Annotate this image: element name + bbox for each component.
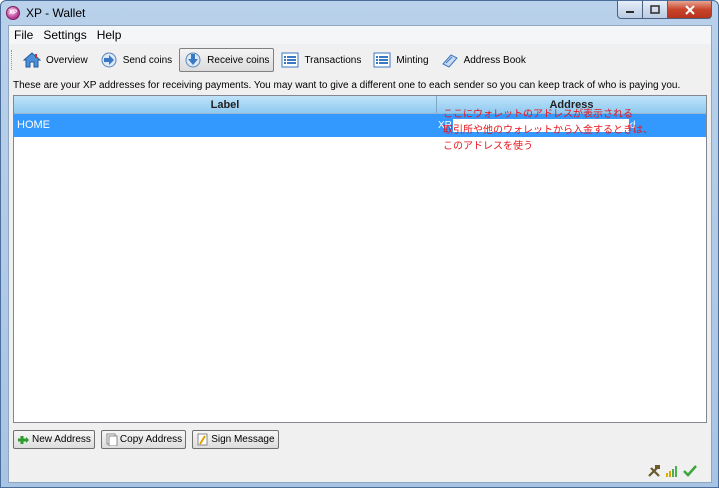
- app-window: XP XP - Wallet File Settings Help Overvi…: [0, 0, 719, 488]
- tab-address-book[interactable]: Address Book: [436, 48, 531, 72]
- toolbar: Overview Send coins Receive coins Transa…: [9, 46, 711, 74]
- checkmark-icon: [683, 465, 697, 477]
- app-logo-icon: XP: [6, 6, 20, 20]
- column-header-label[interactable]: Label: [14, 96, 437, 113]
- tab-transactions-label: Transactions: [304, 54, 362, 66]
- window-title: XP - Wallet: [26, 6, 86, 20]
- copy-address-button[interactable]: Copy Address: [100, 430, 187, 449]
- maximize-button[interactable]: [643, 1, 668, 19]
- tools-icon: [648, 465, 660, 477]
- menu-bar: File Settings Help: [9, 26, 711, 44]
- pen-icon: [196, 433, 209, 446]
- annotation-line: 取引所や他のウォレットから入金するときは、: [443, 125, 653, 136]
- tab-receive-coins[interactable]: Receive coins: [179, 48, 275, 72]
- minimize-icon: [626, 10, 634, 13]
- action-buttons: New Address Copy Address Sign Message: [13, 430, 285, 449]
- list-icon: [373, 51, 391, 69]
- title-bar[interactable]: XP XP - Wallet: [1, 1, 718, 25]
- plus-icon: [17, 433, 30, 446]
- maximize-icon: [650, 5, 660, 14]
- close-button[interactable]: [668, 1, 712, 19]
- menu-help[interactable]: Help: [92, 26, 127, 44]
- home-icon: [23, 51, 41, 69]
- minimize-button[interactable]: [617, 1, 643, 19]
- tab-address-book-label: Address Book: [463, 54, 526, 66]
- tab-minting[interactable]: Minting: [368, 48, 433, 72]
- tab-send-coins-label: Send coins: [122, 54, 173, 66]
- sign-message-label: Sign Message: [211, 434, 275, 445]
- list-icon: [281, 51, 299, 69]
- sign-message-button[interactable]: Sign Message: [192, 430, 279, 449]
- tab-overview-label: Overview: [46, 54, 88, 66]
- status-bar: [9, 460, 711, 482]
- copy-icon: [105, 433, 118, 446]
- status-icons: [647, 464, 697, 478]
- copy-address-label: Copy Address: [119, 434, 183, 445]
- new-address-label: New Address: [32, 434, 91, 445]
- signal-icon: [666, 466, 677, 477]
- tab-transactions[interactable]: Transactions: [276, 48, 366, 72]
- tab-minting-label: Minting: [396, 54, 429, 66]
- client-area: File Settings Help Overview Send coins R…: [8, 25, 712, 483]
- receive-arrow-icon: [184, 51, 202, 69]
- row-label-cell: HOME: [17, 119, 50, 131]
- send-arrow-icon: [100, 51, 118, 69]
- info-text: These are your XP addresses for receivin…: [13, 80, 681, 91]
- tab-overview[interactable]: Overview: [18, 48, 93, 72]
- tab-send-coins[interactable]: Send coins: [95, 48, 177, 72]
- annotation-line: このアドレスを使う: [443, 141, 533, 152]
- annotation-line: ここにウォレットのアドレスが表示される: [443, 109, 633, 120]
- close-icon: [684, 4, 695, 15]
- annotation-note: ここにウォレットのアドレスが表示される 取引所や他のウォレットから入金するときは…: [443, 107, 653, 155]
- toolbar-grip[interactable]: [11, 50, 14, 70]
- menu-file[interactable]: File: [9, 26, 38, 44]
- address-book-icon: [441, 51, 459, 69]
- new-address-button[interactable]: New Address: [13, 430, 95, 449]
- tab-receive-coins-label: Receive coins: [207, 54, 270, 66]
- menu-settings[interactable]: Settings: [38, 26, 91, 44]
- window-controls: [617, 1, 712, 19]
